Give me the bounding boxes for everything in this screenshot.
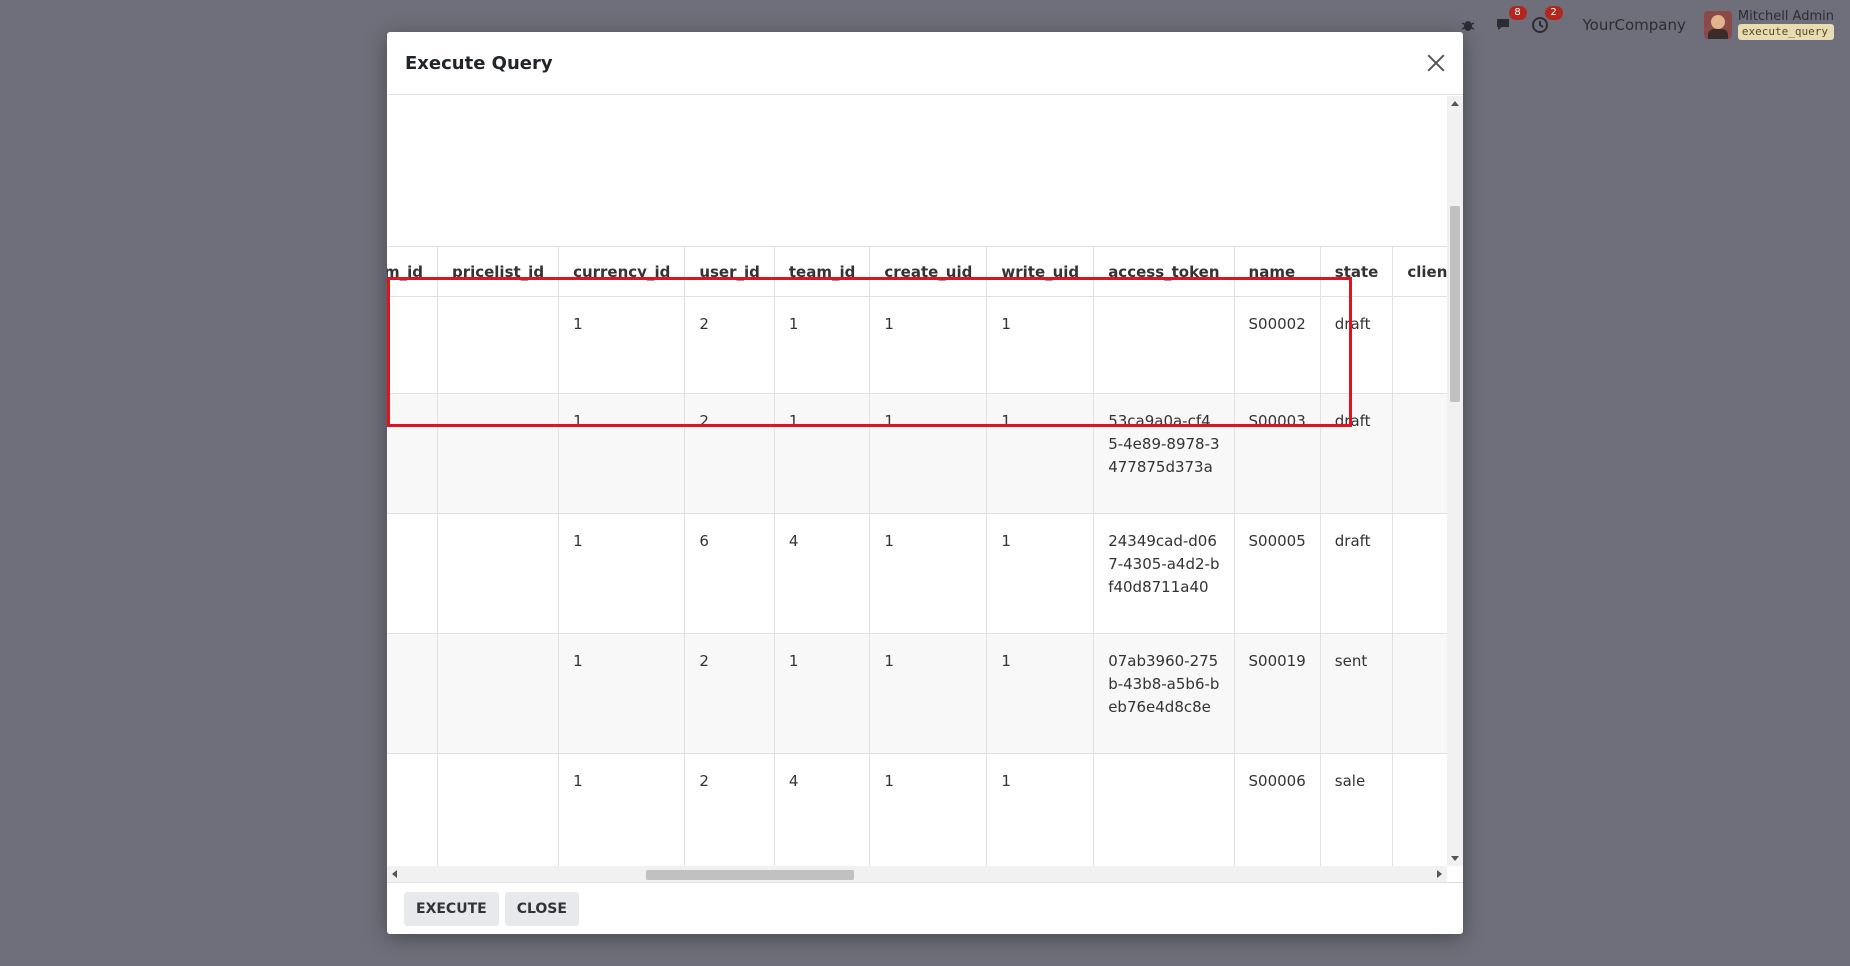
- table-cell: draft: [1320, 296, 1394, 394]
- table-cell: 1: [558, 393, 686, 514]
- table-cell: [1392, 393, 1447, 514]
- table-cell: 2: [684, 753, 775, 866]
- table-row: 1 2 1 1 1 S00002 draft: [387, 296, 1447, 394]
- table-cell: draft: [1320, 513, 1394, 634]
- user-menu[interactable]: Mitchell Admin execute_query: [1703, 9, 1834, 40]
- table-cell: sale: [1320, 753, 1394, 866]
- execute-button[interactable]: EXECUTE: [404, 891, 499, 926]
- table-cell: [387, 513, 438, 634]
- table-cell: 2: [684, 393, 775, 514]
- table-cell: 6: [684, 513, 775, 634]
- results-viewport[interactable]: nent_term_id pricelist_id currency_id us…: [387, 96, 1447, 866]
- table-cell: 1: [558, 296, 686, 394]
- column-header: write_uid: [986, 246, 1095, 297]
- close-button[interactable]: CLOSE: [504, 891, 579, 926]
- table-cell: 2: [684, 633, 775, 754]
- scroll-down-icon[interactable]: [1451, 856, 1459, 861]
- column-header: nent_term_id: [387, 246, 438, 297]
- table-row: 1 2 1 1 1 07ab3960-275b-43b8-a5b6-beb76e…: [387, 633, 1447, 754]
- avatar: [1703, 11, 1732, 39]
- column-header: access_token: [1093, 246, 1235, 297]
- table-cell: 1: [869, 393, 988, 514]
- table-cell: [1392, 753, 1447, 866]
- table-row: 1 2 4 1 1 S00006 sale: [387, 753, 1447, 866]
- table-cell: 1: [869, 296, 988, 394]
- modal-body: nent_term_id pricelist_id currency_id us…: [387, 96, 1463, 882]
- messages-badge: 8: [1508, 6, 1527, 20]
- table-cell: [437, 296, 560, 394]
- horizontal-scrollbar[interactable]: [387, 866, 1447, 882]
- user-name: Mitchell Admin: [1737, 9, 1834, 24]
- table-header-row: nent_term_id pricelist_id currency_id us…: [387, 246, 1447, 297]
- table-cell: [437, 513, 560, 634]
- table-cell: 53ca9a0a-cf45-4e89-8978-3477875d373a: [1093, 393, 1235, 514]
- table-cell: 1: [986, 753, 1095, 866]
- table-cell: 1: [774, 393, 871, 514]
- table-cell: 07ab3960-275b-43b8-a5b6-beb76e4d8c8e: [1093, 633, 1235, 754]
- table-cell: [437, 753, 560, 866]
- column-header: state: [1320, 246, 1394, 297]
- table-cell: 1: [986, 633, 1095, 754]
- table-row: 1 6 4 1 1 24349cad-d067-4305-a4d2-bf40d8…: [387, 513, 1447, 634]
- vertical-scroll-thumb[interactable]: [1450, 206, 1460, 402]
- table-cell: sent: [1320, 633, 1394, 754]
- modal-title: Execute Query: [405, 52, 553, 74]
- table-cell: [387, 753, 438, 866]
- horizontal-scroll-thumb[interactable]: [646, 870, 854, 880]
- company-switcher[interactable]: YourCompany: [1583, 16, 1686, 34]
- table-cell: 1: [986, 296, 1095, 394]
- table-cell: [1392, 513, 1447, 634]
- table-cell: [1392, 633, 1447, 754]
- table-cell: 1: [558, 753, 686, 866]
- table-cell: 1: [558, 513, 686, 634]
- table-cell: 2: [684, 296, 775, 394]
- table-cell: [1392, 296, 1447, 394]
- table-cell: 1: [869, 633, 988, 754]
- table-cell: [387, 633, 438, 754]
- table-cell: [1093, 753, 1235, 866]
- table-cell: 4: [774, 753, 871, 866]
- table-cell: S00006: [1234, 753, 1321, 866]
- modal-header: Execute Query: [387, 32, 1463, 95]
- table-row: 1 2 1 1 1 53ca9a0a-cf45-4e89-8978-347787…: [387, 393, 1447, 514]
- activities-icon[interactable]: 2: [1529, 6, 1563, 36]
- table-cell: [387, 393, 438, 514]
- table-cell: S00019: [1234, 633, 1321, 754]
- column-header: client_order: [1392, 246, 1447, 297]
- table-cell: [1093, 296, 1235, 394]
- column-header: user_id: [684, 246, 775, 297]
- table-cell: S00003: [1234, 393, 1321, 514]
- scroll-right-icon[interactable]: [1437, 870, 1442, 878]
- table-cell: S00005: [1234, 513, 1321, 634]
- column-header: pricelist_id: [437, 246, 560, 297]
- table-cell: 1: [774, 296, 871, 394]
- table-cell: 1: [986, 393, 1095, 514]
- table-cell: 1: [774, 633, 871, 754]
- table-cell: 1: [558, 633, 686, 754]
- results-table: nent_term_id pricelist_id currency_id us…: [387, 246, 1447, 866]
- table-cell: [437, 633, 560, 754]
- column-header: team_id: [774, 246, 871, 297]
- messages-icon[interactable]: 8: [1493, 6, 1527, 36]
- database-name: execute_query: [1737, 24, 1834, 40]
- table-cell: 1: [869, 513, 988, 634]
- table-cell: [437, 393, 560, 514]
- table-cell: 1: [869, 753, 988, 866]
- table-cell: draft: [1320, 393, 1394, 514]
- table-cell: S00002: [1234, 296, 1321, 394]
- scroll-up-icon[interactable]: [1451, 101, 1459, 106]
- close-icon[interactable]: [1425, 52, 1447, 74]
- table-cell: 4: [774, 513, 871, 634]
- column-header: name: [1234, 246, 1321, 297]
- vertical-scrollbar[interactable]: [1447, 96, 1463, 866]
- activities-badge: 2: [1544, 6, 1563, 20]
- execute-query-dialog: Execute Query nent_term_id pricelist_id …: [387, 32, 1463, 934]
- table-cell: 24349cad-d067-4305-a4d2-bf40d8711a40: [1093, 513, 1235, 634]
- scroll-left-icon[interactable]: [392, 870, 397, 878]
- table-cell: [387, 296, 438, 394]
- modal-footer: EXECUTE CLOSE: [387, 882, 1463, 934]
- column-header: create_uid: [869, 246, 988, 297]
- column-header: currency_id: [558, 246, 686, 297]
- table-cell: 1: [986, 513, 1095, 634]
